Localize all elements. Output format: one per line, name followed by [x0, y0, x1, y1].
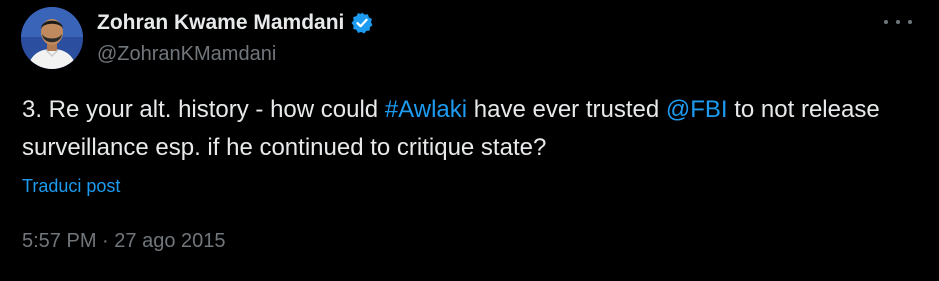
more-options-icon[interactable]: [884, 12, 912, 32]
tweet-card: Zohran Kwame Mamdani @ZohranKMamdani 3. …: [0, 0, 939, 281]
tweet-text-part: have ever trusted: [467, 96, 666, 123]
more-dot: [884, 20, 888, 24]
more-dot: [896, 20, 900, 24]
mention-link[interactable]: @FBI: [666, 96, 728, 123]
avatar-image: [21, 7, 83, 69]
verified-badge-icon[interactable]: [350, 11, 374, 35]
tweet-timestamp: 5:57 PM · 27 ago 2015: [22, 230, 226, 253]
tweet-text-part: 3. Re your alt. history - how could: [22, 96, 385, 123]
tweet-text: 3. Re your alt. history - how could #Awl…: [22, 91, 922, 167]
hashtag-link[interactable]: #Awlaki: [385, 96, 467, 123]
timestamp-time[interactable]: 5:57 PM: [22, 230, 96, 252]
timestamp-separator: ·: [96, 230, 115, 252]
author-name[interactable]: Zohran Kwame Mamdani: [97, 11, 344, 35]
author-avatar[interactable]: [21, 7, 83, 69]
translate-post-link[interactable]: Traduci post: [22, 176, 120, 197]
author-name-row: Zohran Kwame Mamdani: [97, 10, 374, 36]
more-dot: [908, 20, 912, 24]
timestamp-date[interactable]: 27 ago 2015: [114, 230, 225, 252]
author-handle[interactable]: @ZohranKMamdani: [97, 43, 276, 66]
